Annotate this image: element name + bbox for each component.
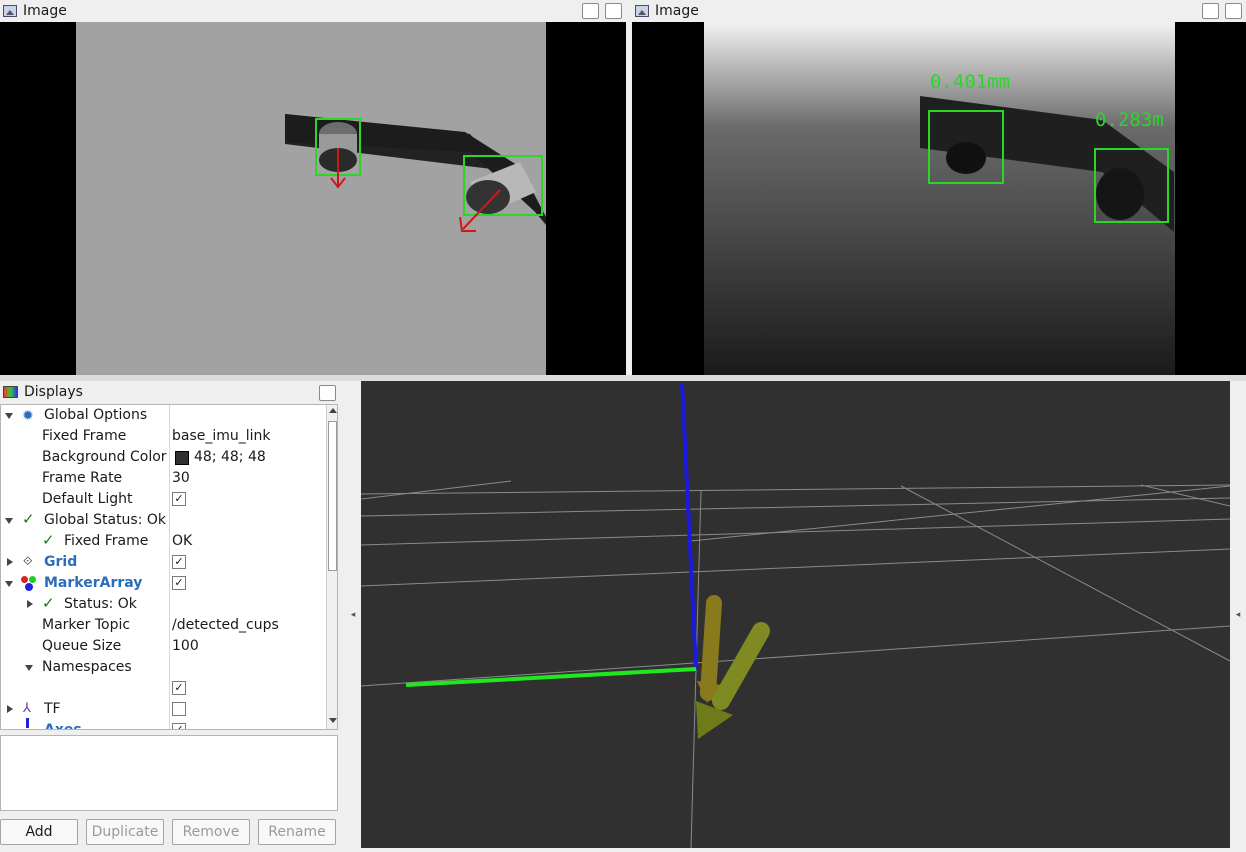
image-panel-right-title: Image bbox=[655, 3, 699, 19]
tree-row-queue-size[interactable]: Queue Size 100 bbox=[1, 636, 325, 657]
distance-label: 0.401mm bbox=[930, 71, 1010, 93]
distance-label: 0.283m bbox=[1095, 109, 1164, 131]
rgb-camera-image bbox=[76, 22, 546, 375]
tree-row-marker-status[interactable]: ✓ Status: Ok bbox=[1, 594, 325, 615]
check-icon: ✓ bbox=[42, 531, 55, 549]
tf-icon: ⅄ bbox=[23, 701, 31, 716]
marker-array-icon bbox=[21, 576, 39, 592]
tree-label: Default Light bbox=[42, 491, 133, 507]
color-swatch[interactable] bbox=[175, 451, 189, 465]
scroll-up-icon[interactable] bbox=[329, 408, 337, 413]
image-panel-left-titlebar: Image bbox=[0, 0, 626, 22]
image-panel-right-titlebar: Image bbox=[632, 0, 1246, 22]
tree-label: Marker Topic bbox=[42, 617, 131, 633]
duplicate-button[interactable]: Duplicate bbox=[86, 819, 164, 845]
chevron-down-icon[interactable] bbox=[5, 581, 13, 587]
x-axis bbox=[405, 667, 697, 687]
chevron-right-icon[interactable] bbox=[7, 558, 13, 566]
tree-row-global-options[interactable]: ✹ Global Options bbox=[1, 405, 325, 426]
grid-checkbox[interactable]: ✓ bbox=[172, 555, 186, 569]
tree-label: Fixed Frame bbox=[64, 533, 149, 549]
chevron-down-icon[interactable] bbox=[5, 413, 13, 419]
tree-label: Queue Size bbox=[42, 638, 122, 654]
image-panel-left-title: Image bbox=[23, 3, 67, 19]
default-light-checkbox[interactable]: ✓ bbox=[172, 492, 186, 506]
tree-row-grid[interactable]: ⟐ Grid ✓ bbox=[1, 552, 325, 573]
axes-checkbox[interactable]: ✓ bbox=[172, 723, 186, 729]
tree-row-marker-topic[interactable]: Marker Topic /detected_cups bbox=[1, 615, 325, 636]
tree-label: Fixed Frame bbox=[42, 428, 127, 444]
undock-button[interactable] bbox=[1202, 3, 1219, 19]
undock-button[interactable] bbox=[582, 3, 599, 19]
image-view-right: 0.401mm 0.283m bbox=[632, 22, 1246, 375]
cup-marker bbox=[697, 595, 722, 703]
z-axis bbox=[680, 382, 698, 670]
close-button[interactable] bbox=[1225, 3, 1242, 19]
rename-button[interactable]: Rename bbox=[258, 819, 336, 845]
tree-label: Axes bbox=[44, 722, 82, 730]
chevron-down-icon[interactable] bbox=[25, 665, 33, 671]
tree-row-marker-array[interactable]: MarkerArray ✓ bbox=[1, 573, 325, 594]
displays-titlebar: Displays bbox=[0, 381, 340, 403]
background-color-field[interactable]: 48; 48; 48 bbox=[194, 449, 266, 465]
tree-row-default-light[interactable]: Default Light ✓ bbox=[1, 489, 325, 510]
undock-button[interactable] bbox=[319, 385, 336, 401]
marker-array-checkbox[interactable]: ✓ bbox=[172, 576, 186, 590]
tree-label: Global Options bbox=[44, 407, 148, 423]
chevron-right-icon[interactable] bbox=[27, 600, 33, 608]
tree-label: Background Color bbox=[42, 449, 167, 465]
tree-label: MarkerArray bbox=[44, 575, 143, 591]
scrollbar-thumb[interactable] bbox=[328, 421, 337, 571]
tree-row-axes[interactable]: Axes ✓ bbox=[1, 718, 325, 730]
depth-camera-image: 0.401mm 0.283m bbox=[704, 22, 1246, 375]
tree-row-status-fixed-frame[interactable]: ✓ Fixed Frame OK bbox=[1, 531, 325, 552]
tree-row-namespace-item[interactable]: ✓ bbox=[1, 678, 325, 699]
add-button[interactable]: Add bbox=[0, 819, 78, 845]
frame-rate-field[interactable]: 30 bbox=[172, 470, 190, 486]
status-value: OK bbox=[172, 533, 193, 549]
tree-row-namespaces[interactable]: Namespaces bbox=[1, 657, 325, 678]
check-icon: ✓ bbox=[22, 510, 35, 528]
displays-tree: ✹ Global Options Fixed Frame base_imu_li… bbox=[0, 404, 338, 730]
tree-label: Frame Rate bbox=[42, 470, 123, 486]
description-box bbox=[0, 735, 338, 811]
tree-label: Grid bbox=[44, 554, 78, 570]
tree-label: Status: Ok bbox=[64, 596, 137, 612]
grid bbox=[360, 480, 1231, 849]
close-button[interactable] bbox=[605, 3, 622, 19]
collapse-right-handle[interactable]: ◂ bbox=[1232, 381, 1244, 848]
tree-label: Namespaces bbox=[42, 659, 132, 675]
tree-label: Global Status: Ok bbox=[44, 512, 167, 528]
collapse-left-handle[interactable]: ◂ bbox=[347, 381, 359, 848]
image-icon bbox=[3, 5, 17, 17]
chevron-down-icon[interactable] bbox=[5, 518, 13, 524]
chevron-right-icon[interactable] bbox=[7, 705, 13, 713]
monitor-icon bbox=[3, 386, 18, 398]
marker-topic-field[interactable]: /detected_cups bbox=[172, 617, 279, 633]
check-icon: ✓ bbox=[42, 594, 55, 612]
tree-label: TF bbox=[44, 701, 61, 717]
grid-icon: ⟐ bbox=[23, 554, 33, 568]
displays-title: Displays bbox=[24, 384, 83, 400]
remove-button[interactable]: Remove bbox=[172, 819, 250, 845]
tf-checkbox[interactable] bbox=[172, 702, 186, 716]
vertical-scrollbar[interactable] bbox=[326, 405, 337, 729]
fixed-frame-field[interactable]: base_imu_link bbox=[172, 428, 271, 444]
3d-scene[interactable] bbox=[360, 381, 1231, 849]
tree-row-fixed-frame[interactable]: Fixed Frame base_imu_link bbox=[1, 426, 325, 447]
tree-row-background-color[interactable]: Background Color 48; 48; 48 bbox=[1, 447, 325, 468]
namespace-checkbox[interactable]: ✓ bbox=[172, 681, 186, 695]
image-view-left bbox=[0, 22, 626, 375]
tree-row-tf[interactable]: ⅄ TF bbox=[1, 699, 325, 720]
tree-row-global-status[interactable]: ✓ Global Status: Ok bbox=[1, 510, 325, 531]
tree-row-frame-rate[interactable]: Frame Rate 30 bbox=[1, 468, 325, 489]
axes-icon bbox=[26, 718, 29, 728]
image-icon bbox=[635, 5, 649, 17]
queue-size-field[interactable]: 100 bbox=[172, 638, 199, 654]
scroll-down-icon[interactable] bbox=[329, 718, 337, 723]
gear-icon: ✹ bbox=[22, 408, 34, 424]
render-viewport[interactable] bbox=[360, 381, 1231, 849]
